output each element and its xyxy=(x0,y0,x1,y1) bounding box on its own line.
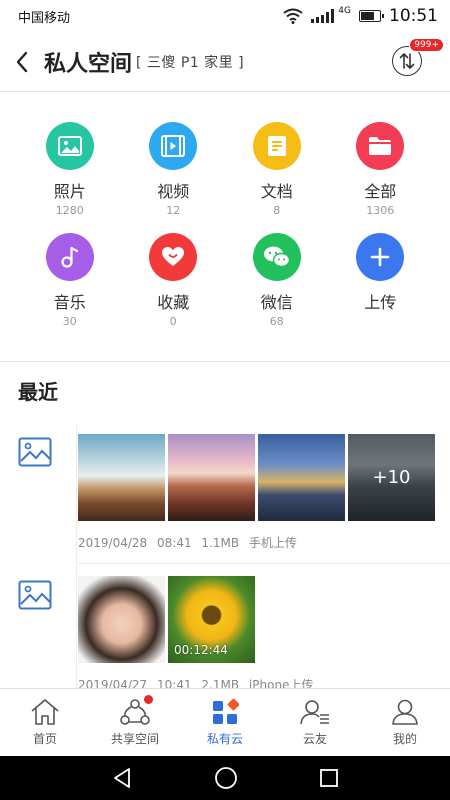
tab-profile[interactable]: 我的 xyxy=(360,689,450,756)
transfer-count-badge: 999+ xyxy=(409,38,444,52)
tab-home[interactable]: 首页 xyxy=(0,689,90,756)
category-photos-circle xyxy=(45,122,94,170)
category-label: 照片 xyxy=(53,182,86,201)
category-documents[interactable]: 文档 8 xyxy=(225,122,329,217)
video-duration: 00:12:44 xyxy=(174,643,228,657)
tab-private-cloud[interactable]: 私有云 xyxy=(180,689,270,756)
signal-icon xyxy=(311,9,335,23)
category-count: 0 xyxy=(169,315,177,328)
transfer-arrows-icon xyxy=(399,53,415,69)
recent-date: 2019/04/28 xyxy=(78,536,148,550)
video-icon xyxy=(161,135,186,157)
tab-label: 我的 xyxy=(392,732,417,746)
status-bar: 中国移动 4G 10:51 xyxy=(0,0,450,32)
thumbnail[interactable] xyxy=(78,434,165,521)
category-videos-circle xyxy=(149,122,198,170)
category-count: 12 xyxy=(166,204,181,217)
category-count: 30 xyxy=(62,315,77,328)
timeline-line xyxy=(76,566,77,688)
category-videos[interactable]: 视频 12 xyxy=(122,122,226,217)
wechat-icon xyxy=(263,246,290,268)
category-all-circle xyxy=(356,122,405,170)
chevron-left-icon xyxy=(16,51,28,72)
carrier-label: 中国移动 xyxy=(18,10,71,26)
wifi-icon xyxy=(283,8,303,24)
battery-icon xyxy=(359,10,384,22)
group-separator xyxy=(78,563,450,564)
recent-title: 最近 xyxy=(18,380,58,404)
friends-icon xyxy=(300,700,329,725)
heart-icon xyxy=(162,247,185,266)
more-count: +10 xyxy=(348,434,435,521)
tab-label: 私有云 xyxy=(206,732,243,746)
tab-cloud-friends[interactable]: 云友 xyxy=(270,689,360,756)
clock: 10:51 xyxy=(389,6,438,26)
category-label: 收藏 xyxy=(157,293,190,312)
image-icon xyxy=(18,437,52,467)
category-count: 1306 xyxy=(366,204,395,217)
category-label: 全部 xyxy=(364,182,397,201)
profile-icon xyxy=(392,699,418,725)
tab-label: 共享空间 xyxy=(110,732,159,746)
category-all[interactable]: 全部 1306 xyxy=(329,122,433,217)
category-label: 文档 xyxy=(260,182,293,201)
category-label: 上传 xyxy=(364,293,397,312)
thumbnail-row: 00:12:44 xyxy=(78,576,255,663)
category-favorites-circle xyxy=(149,233,198,281)
tab-label: 云友 xyxy=(302,732,327,746)
category-count: 8 xyxy=(273,204,281,217)
category-label: 音乐 xyxy=(53,293,86,312)
category-upload-circle xyxy=(356,233,405,281)
category-wechat-circle xyxy=(252,233,301,281)
category-label: 视频 xyxy=(157,182,190,201)
tab-label: 首页 xyxy=(32,732,57,746)
music-icon xyxy=(61,246,78,268)
category-photos[interactable]: 照片 1280 xyxy=(18,122,122,217)
photo-icon xyxy=(57,136,82,156)
back-button[interactable] xyxy=(0,32,44,92)
back-triangle-icon[interactable] xyxy=(111,767,133,789)
recent-meta: 2019/04/28 08:41 1.1MB 手机上传 xyxy=(78,534,303,551)
plus-icon xyxy=(370,247,390,267)
folder-icon xyxy=(369,137,392,155)
thumbnail[interactable] xyxy=(78,576,165,663)
system-navigation-bar xyxy=(0,756,450,800)
recents-square-icon[interactable] xyxy=(319,768,339,788)
cloud-grid-icon xyxy=(213,698,239,724)
timeline-line xyxy=(76,425,77,565)
notification-dot xyxy=(144,695,153,704)
category-music-circle xyxy=(45,233,94,281)
home-icon xyxy=(31,699,59,725)
thumbnail-row: +10 xyxy=(78,434,435,521)
category-count: 1280 xyxy=(55,204,84,217)
category-grid: 照片 1280 视频 12 文档 8 全部 1306 音乐 30 收藏 0 微信… xyxy=(18,122,432,328)
header: 私人空间 [ 三傻 P1 家里 ] 999+ xyxy=(0,32,450,92)
category-upload[interactable]: 上传 xyxy=(329,233,433,328)
recent-size: 1.1MB xyxy=(201,536,240,550)
bottom-nav: 首页 共享空间 私有云 云友 我的 xyxy=(0,688,450,756)
category-music[interactable]: 音乐 30 xyxy=(18,233,122,328)
recent-time: 08:41 xyxy=(157,536,192,550)
category-count: 68 xyxy=(269,315,284,328)
category-documents-circle xyxy=(252,122,301,170)
section-divider xyxy=(0,361,450,362)
page-title: 私人空间 xyxy=(44,51,133,77)
tab-shared-space[interactable]: 共享空间 xyxy=(90,689,180,756)
device-name: [ 三傻 P1 家里 ] xyxy=(136,54,245,71)
thumbnail-more[interactable]: +10 xyxy=(348,434,435,521)
category-wechat[interactable]: 微信 68 xyxy=(225,233,329,328)
home-circle-icon[interactable] xyxy=(214,766,238,790)
recent-source: 手机上传 xyxy=(248,536,297,550)
thumbnail-video[interactable]: 00:12:44 xyxy=(168,576,255,663)
thumbnail[interactable] xyxy=(258,434,345,521)
category-favorites[interactable]: 收藏 0 xyxy=(122,233,226,328)
category-label: 微信 xyxy=(260,293,293,312)
network-type: 4G xyxy=(338,6,351,16)
thumbnail[interactable] xyxy=(168,434,255,521)
image-icon xyxy=(18,580,52,610)
document-icon xyxy=(267,136,286,156)
